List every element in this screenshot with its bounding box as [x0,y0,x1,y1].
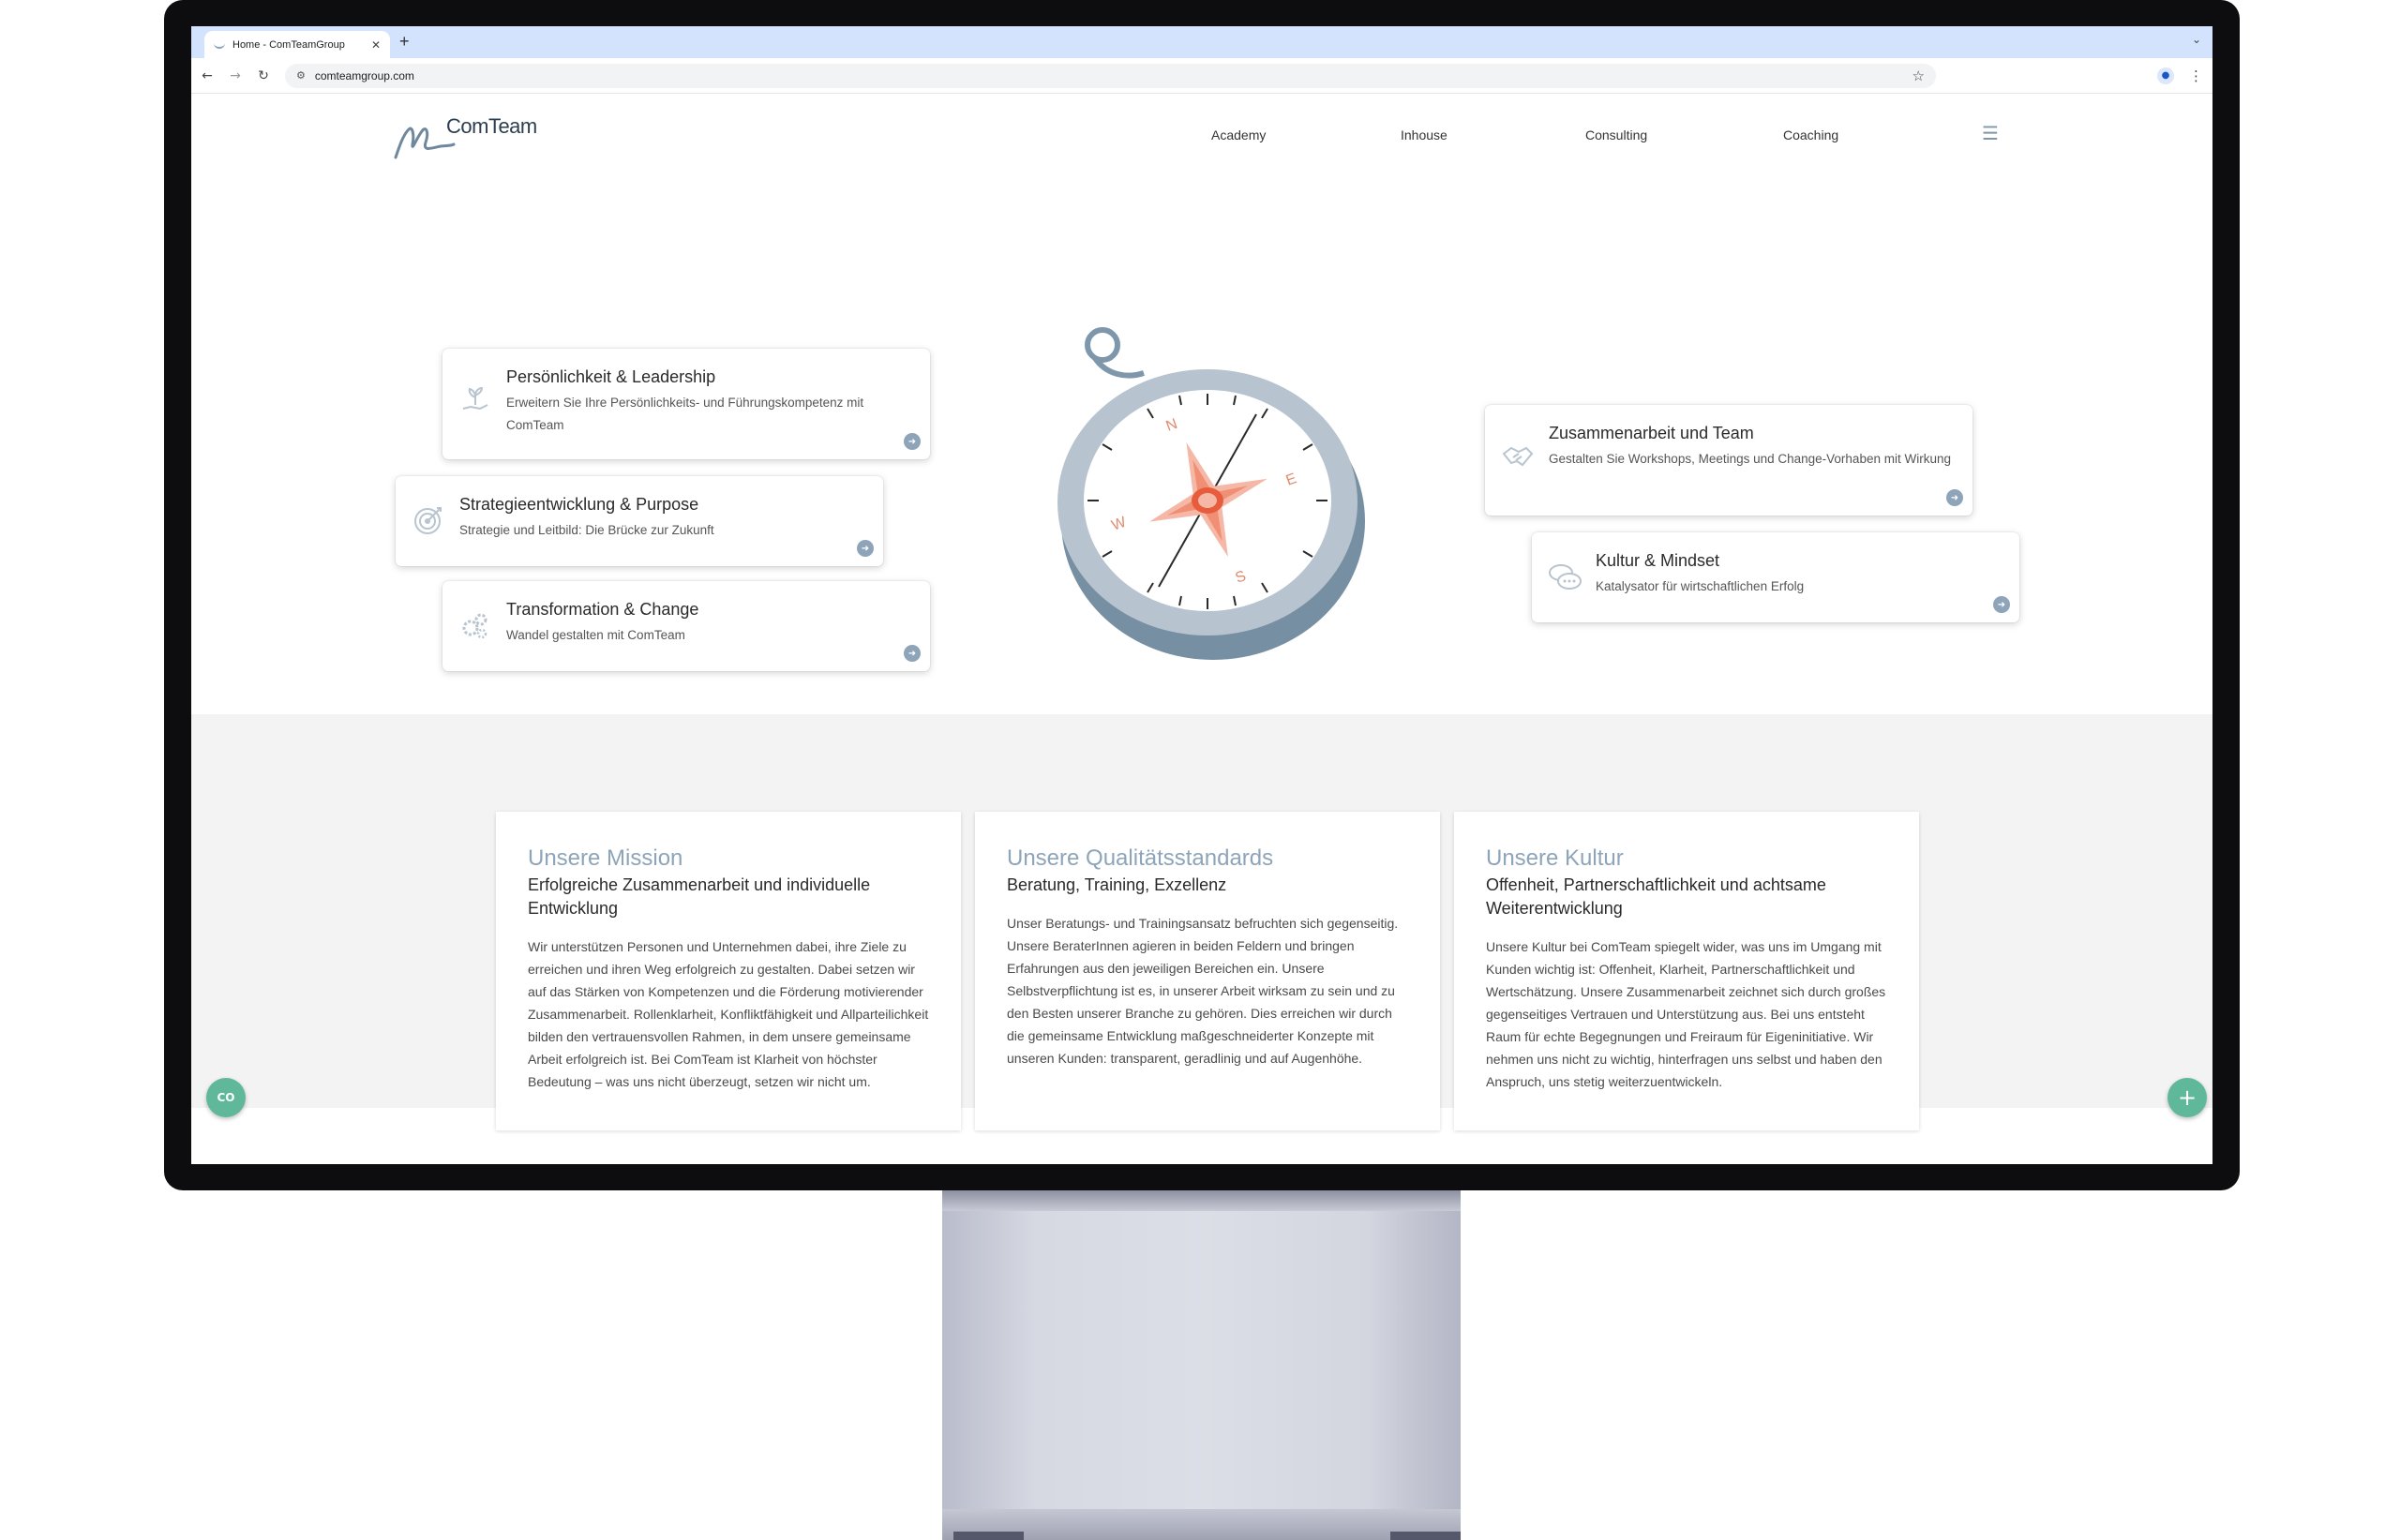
chat-bubbles-icon [1549,564,1582,590]
value-heading: Unsere Qualitätsstandards [1007,845,1274,871]
card-title: Transformation & Change [506,600,699,619]
reload-icon[interactable]: ↻ [257,68,270,83]
handshake-icon [1502,446,1534,467]
arrow-icon[interactable]: ➜ [904,645,921,662]
favicon-icon [214,41,225,49]
tab-close-icon[interactable]: ✕ [371,38,381,52]
card-title: Zusammenarbeit und Team [1549,424,1754,442]
value-card-culture: Unsere Kultur Offenheit, Partnerschaftli… [1454,812,1919,1130]
value-subheading: Beratung, Training, Exzellenz [1007,875,1227,894]
nav-coaching[interactable]: Coaching [1783,127,1838,142]
plant-hand-icon [462,386,488,411]
address-bar[interactable]: ⚙ comteamgroup.com ☆ [285,63,1936,88]
topic-card-leadership[interactable]: Persönlichkeit & Leadership Erweitern Si… [442,349,930,459]
url-text[interactable]: comteamgroup.com [315,69,1903,82]
card-title: Strategieentwicklung & Purpose [459,495,699,514]
plus-fab-button[interactable]: + [2168,1078,2207,1117]
browser-menu-icon[interactable]: ⋮ [2189,67,2203,84]
stand-foot-left [953,1532,1024,1540]
browser-tab[interactable]: Home - ComTeamGroup ✕ [204,31,390,58]
value-card-mission: Unsere Mission Erfolgreiche Zusammenarbe… [496,812,961,1130]
topic-card-strategy[interactable]: Strategieentwicklung & Purpose Strategie… [396,476,883,566]
screen: Home - ComTeamGroup ✕ + ⌄ ← → ↻ ⚙ comtea… [191,26,2212,1164]
tab-search-chevron-icon[interactable]: ⌄ [2192,33,2201,46]
topic-card-teamwork[interactable]: Zusammenarbeit und Team Gestalten Sie Wo… [1485,405,1972,516]
arrow-icon[interactable]: ➜ [904,433,921,450]
card-description: Wandel gestalten mit ComTeam [506,628,685,642]
value-subheading: Offenheit, Partnerschaftlichkeit und ach… [1486,875,1826,918]
bookmark-star-icon[interactable]: ☆ [1912,67,1925,84]
arrow-icon[interactable]: ➜ [1993,596,2010,613]
back-arrow-icon[interactable]: ← [201,68,214,83]
nav-inhouse[interactable]: Inhouse [1401,127,1448,142]
tab-title: Home - ComTeamGroup [232,38,345,51]
nav-consulting[interactable]: Consulting [1585,127,1647,142]
value-card-quality: Unsere Qualitätsstandards Beratung, Trai… [975,812,1440,1130]
gears-icon [462,613,488,639]
topic-card-culture[interactable]: Kultur & Mindset Katalysator für wirtsch… [1532,532,2019,622]
card-description: Katalysator für wirtschaftlichen Erfolg [1596,579,1805,593]
value-subheading: Erfolgreiche Zusammenarbeit und individu… [528,875,871,918]
card-title: Kultur & Mindset [1596,551,1720,570]
target-icon [414,507,442,534]
comteam-logo[interactable]: ComTeam [392,111,551,163]
profile-avatar-icon[interactable]: ● [2157,67,2174,84]
arrow-icon[interactable]: ➜ [857,540,874,557]
value-body: Unsere Kultur bei ComTeam spiegelt wider… [1486,939,1886,1089]
tab-strip: Home - ComTeamGroup ✕ + ⌄ [191,26,2212,58]
hamburger-menu-icon[interactable]: ☰ [1982,122,1999,144]
value-body: Unser Beratungs- und Trainingsansatz bef… [1007,916,1399,1066]
logo-text: ComTeam [446,114,537,138]
forward-arrow-icon[interactable]: → [229,68,242,83]
new-tab-button[interactable]: + [399,32,410,52]
card-description: Erweitern Sie Ihre Persönlichkeits- und … [506,396,864,432]
compass-illustration: N E S W [1058,327,1365,660]
topic-card-transformation[interactable]: Transformation & Change Wandel gestalten… [442,581,930,671]
value-heading: Unsere Mission [528,845,683,871]
arrow-icon[interactable]: ➜ [1946,489,1963,506]
browser-toolbar: ← → ↻ ⚙ comteamgroup.com ☆ ● ⋮ [191,58,2212,94]
card-description: Strategie und Leitbild: Die Brücke zur Z… [459,523,714,537]
cookie-settings-button[interactable]: CO [206,1078,246,1117]
monitor-stand [942,1190,1461,1540]
value-heading: Unsere Kultur [1486,845,1624,871]
card-description: Gestalten Sie Workshops, Meetings und Ch… [1549,452,1951,466]
stand-foot-right [1390,1532,1461,1540]
nav-academy[interactable]: Academy [1211,127,1266,142]
card-title: Persönlichkeit & Leadership [506,367,716,386]
site-settings-icon[interactable]: ⚙ [296,69,306,82]
value-body: Wir unterstützen Personen und Unternehme… [528,939,929,1089]
